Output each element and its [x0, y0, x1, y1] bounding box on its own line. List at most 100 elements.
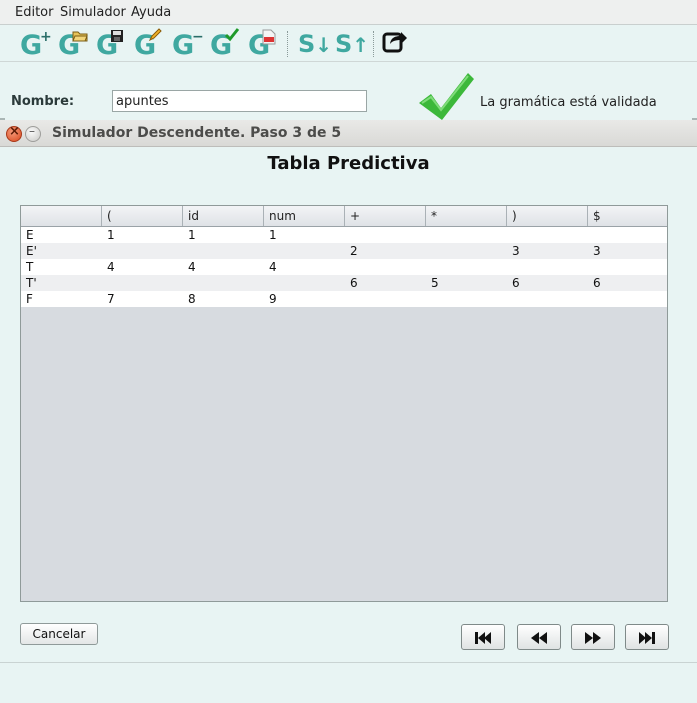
table-cell: 8: [188, 292, 196, 306]
table-cell: [345, 227, 350, 243]
table-cell: 4: [188, 260, 196, 274]
table-cell: E': [26, 244, 37, 258]
table-cell: 1: [188, 228, 196, 242]
table-cell: F: [26, 292, 33, 306]
table-row[interactable]: T' 6 5 6 6: [21, 275, 667, 291]
table-cell: [183, 275, 188, 291]
name-input[interactable]: [112, 90, 367, 112]
delete-grammar-button[interactable]: G −: [170, 28, 204, 60]
simulate-descending-button[interactable]: S↓: [298, 29, 332, 59]
menu-ayuda-label: Ayuda: [131, 5, 172, 20]
table-cell: [426, 259, 431, 275]
table-cell: [102, 275, 107, 291]
open-grammar-button[interactable]: G: [56, 28, 90, 60]
column-header[interactable]: id: [183, 206, 264, 226]
table-cell: [264, 275, 269, 291]
column-header[interactable]: [21, 206, 102, 226]
toolbar-divider: [0, 61, 697, 62]
table-cell: 6: [593, 276, 601, 290]
table-cell: T': [26, 276, 37, 290]
main-window-bottom: [0, 662, 697, 703]
menu-editor[interactable]: Editor: [15, 5, 53, 20]
save-grammar-button[interactable]: G: [94, 28, 128, 60]
table-cell: 1: [107, 228, 115, 242]
next-step-button[interactable]: [571, 624, 615, 650]
share-icon[interactable]: [382, 28, 408, 54]
new-grammar-button[interactable]: G +: [18, 28, 52, 60]
column-header[interactable]: $: [588, 206, 667, 226]
column-header[interactable]: num: [264, 206, 345, 226]
predictive-table: ( id num + * ) $ E 1 1 1 E' 2 3 3 T 4 4 …: [20, 205, 668, 602]
column-header[interactable]: *: [426, 206, 507, 226]
column-header[interactable]: (: [102, 206, 183, 226]
export-pdf-button[interactable]: G: [246, 28, 280, 60]
edit-grammar-button[interactable]: G: [132, 28, 166, 60]
arrow-down-icon: ↓: [315, 33, 333, 57]
pdf-icon: [262, 29, 276, 45]
table-cell: [345, 291, 350, 307]
table-cell: [426, 227, 431, 243]
table-cell: 2: [350, 244, 358, 258]
table-cell: [345, 259, 350, 275]
last-step-button[interactable]: [625, 624, 669, 650]
previous-step-button[interactable]: [517, 624, 561, 650]
name-label: Nombre:: [11, 94, 75, 109]
menu-simulador[interactable]: Simulador: [60, 5, 126, 20]
table-cell: [507, 227, 512, 243]
arrow-up-icon: ↑: [352, 33, 370, 57]
table-cell: 9: [269, 292, 277, 306]
toolbar: G + G G G G − G G S↓ S↑: [0, 25, 697, 61]
check-small-icon: [224, 28, 240, 42]
close-icon[interactable]: [6, 124, 22, 142]
validate-grammar-button[interactable]: G: [208, 28, 242, 60]
simulate-ascending-button[interactable]: S↑: [335, 29, 369, 59]
table-cell: [426, 291, 431, 307]
table-cell: 3: [512, 244, 520, 258]
table-cell: T: [26, 260, 34, 274]
rewind-icon: [531, 632, 547, 644]
validated-check-icon: [419, 73, 474, 120]
table-cell: 3: [593, 244, 601, 258]
table-cell: [102, 243, 107, 259]
toolbar-separator: [287, 31, 289, 57]
column-header[interactable]: ): [507, 206, 588, 226]
table-row[interactable]: F 7 8 9: [21, 291, 667, 307]
table-cell: [507, 259, 512, 275]
minimize-icon[interactable]: [25, 124, 41, 142]
menubar: Editor Simulador Ayuda: [0, 0, 697, 25]
table-cell: 1: [269, 228, 277, 242]
table-cell: [588, 291, 593, 307]
column-header[interactable]: +: [345, 206, 426, 226]
table-cell: 4: [269, 260, 277, 274]
skip-to-start-icon: [475, 632, 491, 644]
table-cell: 6: [512, 276, 520, 290]
minus-icon: −: [192, 29, 204, 45]
table-header: ( id num + * ) $: [21, 206, 667, 227]
plus-icon: +: [40, 29, 52, 45]
menu-editor-label: Editor: [15, 5, 54, 20]
table-heading: Tabla Predictiva: [267, 153, 430, 174]
menu-ayuda[interactable]: Ayuda: [131, 5, 171, 20]
dialog-title: Simulador Descendente. Paso 3 de 5: [52, 125, 342, 141]
simulate-ascending-icon: S: [335, 30, 353, 58]
cancel-button[interactable]: Cancelar: [20, 623, 98, 645]
delete-grammar-icon: G: [172, 30, 195, 61]
toolbar-separator: [373, 31, 375, 57]
table-cell: 7: [107, 292, 115, 306]
menu-simulador-label: Simulador: [60, 5, 126, 20]
dialog-titlebar: Simulador Descendente. Paso 3 de 5: [0, 120, 697, 147]
table-cell: [507, 291, 512, 307]
table-cell: 5: [431, 276, 439, 290]
table-cell: [588, 259, 593, 275]
table-row[interactable]: E' 2 3 3: [21, 243, 667, 259]
pencil-icon: [148, 28, 162, 42]
table-cell: 4: [107, 260, 115, 274]
validation-status: La gramática está validada: [480, 95, 657, 110]
first-step-button[interactable]: [461, 624, 505, 650]
table-row[interactable]: E 1 1 1: [21, 227, 667, 243]
table-body: E 1 1 1 E' 2 3 3 T 4 4 4 T' 6 5 6 6 F 7 …: [21, 227, 667, 307]
simulator-dialog: Simulador Descendente. Paso 3 de 5 Tabla…: [0, 120, 697, 662]
table-row[interactable]: T 4 4 4: [21, 259, 667, 275]
table-cell: [588, 227, 593, 243]
table-cell: [426, 243, 431, 259]
